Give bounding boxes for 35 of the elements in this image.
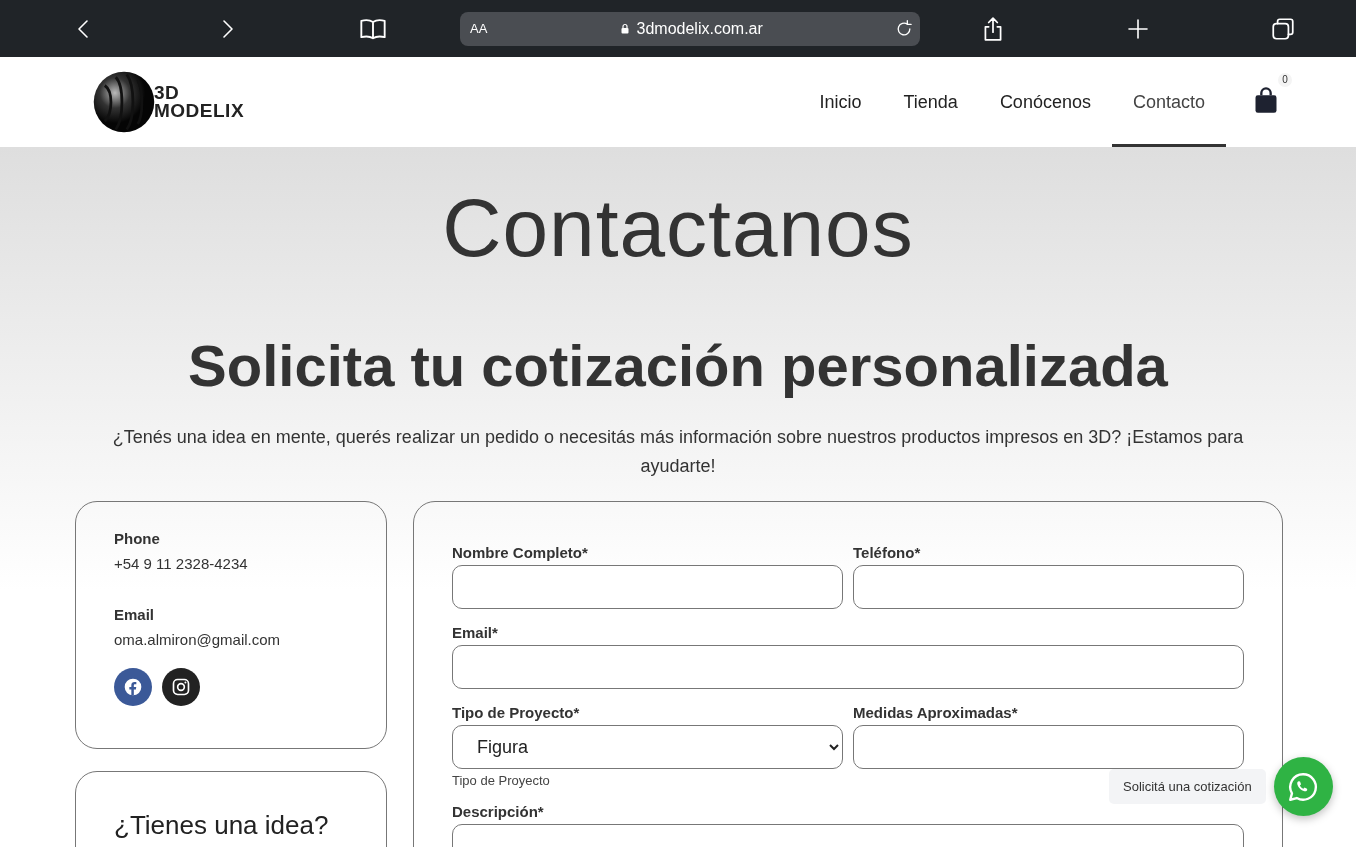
field-label: Descripción* [452, 803, 545, 820]
contact-label: Phone [114, 530, 161, 547]
input-field[interactable] [853, 725, 1244, 769]
field-helper-text: Tipo de Proyecto [452, 773, 551, 788]
instagram-icon [171, 677, 191, 697]
card-heading: ¿Tienes una idea? [114, 810, 330, 841]
contact-label: Email [114, 606, 156, 623]
text-size-button[interactable]: AA [470, 21, 488, 36]
nav-link[interactable]: Inicio [798, 57, 883, 147]
field-label: Email* [452, 624, 499, 641]
facebook-button[interactable] [114, 668, 152, 706]
field-label: Nombre Completo* [452, 544, 589, 561]
page-title: Contactanos [441, 187, 915, 269]
contact-value: +54 9 11 2328-4234 [114, 555, 249, 572]
intro-text: ¿Tenés una idea en mente, querés realizar un pedido o necesitás más información sobre nuestros productos impresos en 3D? ¡Estamos para ayudarte! [111, 426, 1245, 478]
cart-count-badge: 0 [1278, 73, 1292, 87]
url-text: 3dmodelix.com.ar [636, 19, 763, 38]
contact-value: oma.almiron@gmail.com [114, 631, 282, 648]
input-field[interactable] [452, 565, 843, 609]
field-label: Medidas Aproximadas* [853, 704, 1019, 721]
field-label: Teléfono* [853, 544, 922, 561]
tabs-icon[interactable] [1270, 15, 1296, 42]
chat-tooltip: Solicitá una cotización [1109, 769, 1266, 804]
address-bar[interactable]: AA 3dmodelix.com.ar [460, 11, 920, 46]
logo-text: 3D MODELIX [154, 84, 245, 120]
input-field[interactable] [853, 565, 1244, 609]
instagram-button[interactable] [162, 668, 200, 706]
dropdown-field[interactable]: Figura [452, 725, 843, 769]
nav-link[interactable]: Tienda [882, 57, 979, 147]
field-label: Tipo de Proyecto* [452, 704, 581, 721]
logo[interactable]: 3D MODELIX [91, 69, 245, 135]
nav-link[interactable]: Conócenos [978, 57, 1112, 147]
plus-icon[interactable] [1126, 16, 1150, 41]
facebook-icon [123, 677, 143, 697]
input-field[interactable] [452, 645, 1244, 689]
